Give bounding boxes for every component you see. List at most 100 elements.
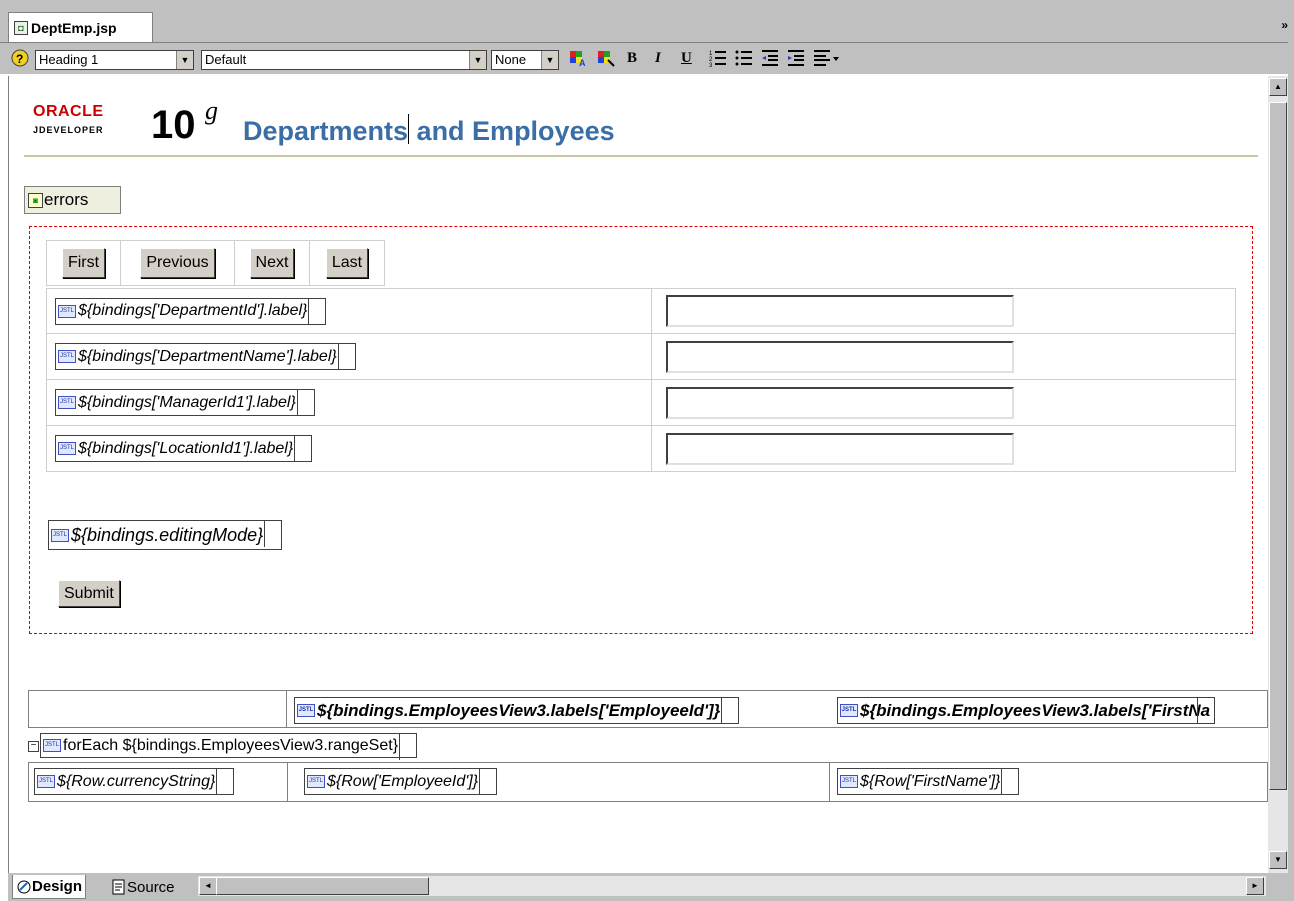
field-value-cell — [652, 426, 1235, 471]
scroll-left-icon[interactable]: ◄ — [199, 877, 217, 895]
column-divider — [829, 763, 830, 801]
department-fields-table: JSTL ${bindings['DepartmentId'].label} JS… — [46, 288, 1236, 472]
svg-text:3: 3 — [709, 63, 713, 68]
jstl-icon: JSTL — [297, 704, 315, 717]
title-divider — [24, 155, 1258, 157]
department-id-input[interactable] — [666, 295, 1014, 327]
scroll-right-icon[interactable]: ► — [1246, 877, 1264, 895]
currency-string-tag[interactable]: JSTL ${Row.currencyString} — [34, 768, 235, 795]
location-id-label[interactable]: JSTL ${bindings['LocationId1'].label} — [55, 435, 313, 462]
previous-button[interactable]: Previous — [140, 248, 215, 278]
window-edge — [1288, 42, 1294, 901]
editing-mode-tag[interactable]: JSTL ${bindings.editingMode} — [48, 520, 283, 550]
first-name-cell: JSTL ${Row['FirstName']} — [837, 768, 1020, 795]
field-label-cell: JSTL ${bindings['ManagerId1'].label} — [47, 380, 652, 425]
nav-cell-last: Last — [310, 241, 384, 285]
foreach-tag[interactable]: JSTL forEach ${bindings.EmployeesView3.ra… — [40, 733, 418, 760]
oracle-jdeveloper-logo: ORACLE JDEVELOPER — [33, 103, 143, 143]
jstl-icon: JSTL — [840, 775, 858, 788]
help-cursor-icon[interactable]: ? — [10, 48, 30, 68]
employee-id-tag[interactable]: JSTL ${Row['EmployeeId']} — [304, 768, 498, 795]
indent-icon[interactable] — [786, 48, 806, 68]
vertical-scrollbar[interactable]: ▲ ▼ — [1268, 76, 1288, 873]
horizontal-scrollbar[interactable]: ◄ ► — [198, 876, 1266, 896]
employees-header-row: JSTL ${bindings.EmployeesView3.labels['Em… — [28, 690, 1268, 728]
editing-mode-wrapper: JSTL ${bindings.editingMode} — [48, 520, 283, 550]
submit-button[interactable]: Submit — [58, 580, 120, 607]
svg-text:?: ? — [16, 52, 23, 66]
jstl-icon: JSTL — [58, 304, 76, 318]
first-button[interactable]: First — [61, 248, 106, 278]
italic-button[interactable]: I — [655, 50, 661, 67]
last-button[interactable]: Last — [325, 248, 369, 278]
tab-source[interactable]: Source — [108, 875, 178, 899]
svg-text:A: A — [579, 58, 586, 68]
next-button[interactable]: Next — [249, 248, 295, 278]
location-id-input[interactable] — [666, 432, 1014, 465]
header-blank-cell[interactable] — [29, 691, 287, 727]
department-name-label[interactable]: JSTL ${bindings['DepartmentName'].label} — [55, 343, 356, 370]
css-class-select[interactable]: Default ▼ — [201, 50, 487, 70]
manager-id-input[interactable] — [666, 386, 1014, 419]
highlight-color-icon[interactable] — [596, 48, 616, 68]
field-label-cell: JSTL ${bindings['LocationId1'].label} — [47, 426, 652, 471]
font-select[interactable]: None ▼ — [491, 50, 559, 70]
font-color-icon[interactable]: A — [568, 48, 588, 68]
jstl-icon: JSTL — [43, 739, 61, 752]
design-icon — [17, 880, 31, 893]
department-name-input[interactable] — [666, 340, 1014, 373]
chevron-down-icon: ▼ — [469, 51, 486, 69]
file-tab-deptemp[interactable]: ◘ DeptEmp.jsp — [8, 12, 153, 42]
paragraph-style-select[interactable]: Heading 1 ▼ — [35, 50, 194, 70]
align-dropdown-icon[interactable] — [812, 48, 840, 68]
errors-tag[interactable]: ◙ errors — [24, 186, 121, 214]
table-row: JSTL ${bindings['DepartmentName'].label} — [46, 334, 1236, 380]
outdent-icon[interactable] — [760, 48, 780, 68]
field-label-cell: JSTL ${bindings['DepartmentName'].label} — [47, 334, 652, 379]
foreach-tag-wrapper: − JSTL forEach ${bindings.EmployeesView3.r… — [28, 733, 418, 760]
double-chevron-down-icon[interactable]: » — [1281, 18, 1288, 32]
navigation-button-table: First Previous Next Last — [46, 240, 385, 286]
jsp-file-icon: ◘ — [14, 20, 28, 35]
manager-id-label[interactable]: JSTL ${bindings['ManagerId1'].label} — [55, 389, 315, 416]
chevron-down-icon: ▼ — [541, 51, 558, 69]
field-label-cell: JSTL ${bindings['DepartmentId'].label} — [47, 289, 652, 333]
submit-wrapper: Submit — [58, 580, 120, 607]
table-row: JSTL ${bindings['DepartmentId'].label} — [46, 288, 1236, 334]
employee-id-cell: JSTL ${Row['EmployeeId']} — [304, 768, 498, 795]
field-value-cell — [652, 334, 1235, 379]
employees-table: JSTL ${bindings.EmployeesView3.labels['Em… — [28, 690, 1268, 802]
scroll-up-icon[interactable]: ▲ — [1269, 78, 1287, 96]
nav-cell-first: First — [47, 241, 121, 285]
tab-design[interactable]: Design — [12, 875, 87, 899]
jstl-icon: JSTL — [840, 704, 858, 717]
page-title[interactable]: Departments and Employees — [243, 113, 615, 149]
formatting-toolbar: ? Heading 1 ▼ Default ▼ None ▼ A B I U 1… — [0, 42, 1294, 74]
version-number: 10 — [151, 103, 196, 147]
source-icon — [112, 879, 125, 895]
department-id-label[interactable]: JSTL ${bindings['DepartmentId'].label} — [55, 297, 327, 325]
collapse-icon[interactable]: − — [28, 741, 39, 752]
bold-button[interactable]: B — [627, 50, 637, 67]
first-name-tag[interactable]: JSTL ${Row['FirstName']} — [837, 768, 1020, 795]
bullet-list-icon[interactable] — [734, 48, 754, 68]
jstl-icon: JSTL — [307, 775, 325, 788]
jstl-icon: JSTL — [58, 396, 76, 409]
file-tab-label: DeptEmp.jsp — [31, 19, 117, 36]
nav-cell-previous: Previous — [121, 241, 235, 285]
field-value-cell — [652, 380, 1235, 425]
version-suffix: g — [205, 96, 218, 125]
underline-button[interactable]: U — [681, 50, 692, 67]
oracle-wordmark: ORACLE — [33, 103, 104, 120]
table-row: JSTL ${bindings['ManagerId1'].label} — [46, 380, 1236, 426]
jstl-icon: JSTL — [51, 528, 69, 542]
horizontal-scroll-thumb[interactable] — [216, 877, 429, 895]
employee-id-header[interactable]: JSTL ${bindings.EmployeesView3.labels['Em… — [294, 697, 740, 724]
vertical-scroll-thumb[interactable] — [1269, 102, 1287, 790]
first-name-header[interactable]: JSTL ${bindings.EmployeesView3.labels['Fi… — [837, 697, 1216, 724]
column-divider — [287, 763, 288, 801]
jstl-icon: JSTL — [37, 775, 55, 788]
numbered-list-icon[interactable]: 123 — [708, 48, 728, 68]
nav-cell-next: Next — [235, 241, 310, 285]
scroll-down-icon[interactable]: ▼ — [1269, 851, 1287, 869]
